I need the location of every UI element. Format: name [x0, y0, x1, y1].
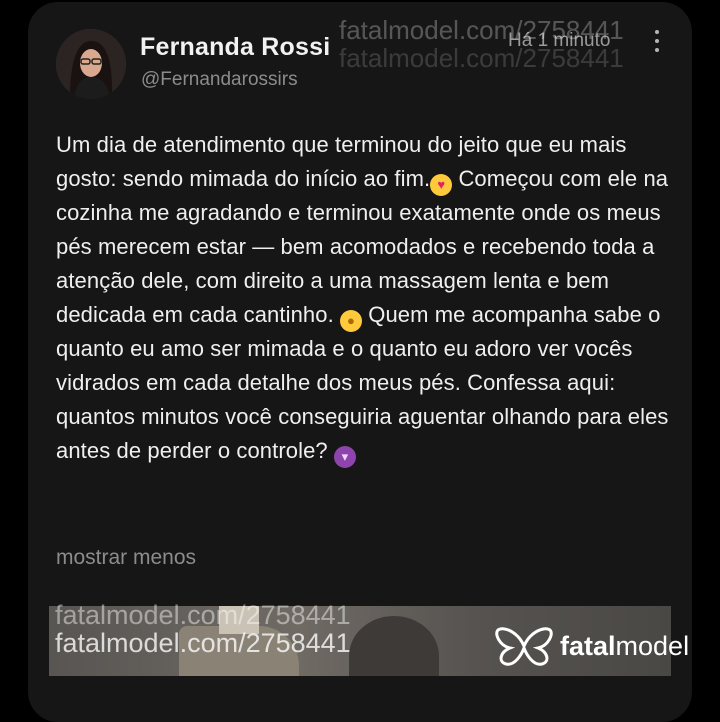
avatar[interactable]: [56, 29, 126, 99]
logo-wordmark: fatalmodel: [560, 630, 690, 661]
post-timestamp: Há 1 minuto: [508, 30, 611, 51]
smiling-devil-emoji-icon: ▾: [333, 446, 356, 468]
show-less-link[interactable]: mostrar menos: [56, 546, 196, 570]
butterfly-logo-icon: [495, 627, 553, 666]
author-handle[interactable]: @Fernandarossirs: [141, 69, 298, 91]
more-options-icon[interactable]: [652, 30, 662, 60]
fatalmodel-logo: fatalmodel: [494, 624, 689, 668]
heart-eyes-emoji-icon: ♥: [430, 174, 453, 196]
avatar-image: [56, 29, 126, 99]
post-body: Um dia de atendimento que terminou do je…: [56, 128, 678, 468]
author-name[interactable]: Fernanda Rossi: [140, 33, 330, 62]
shushing-face-emoji-icon: ●: [340, 310, 363, 332]
